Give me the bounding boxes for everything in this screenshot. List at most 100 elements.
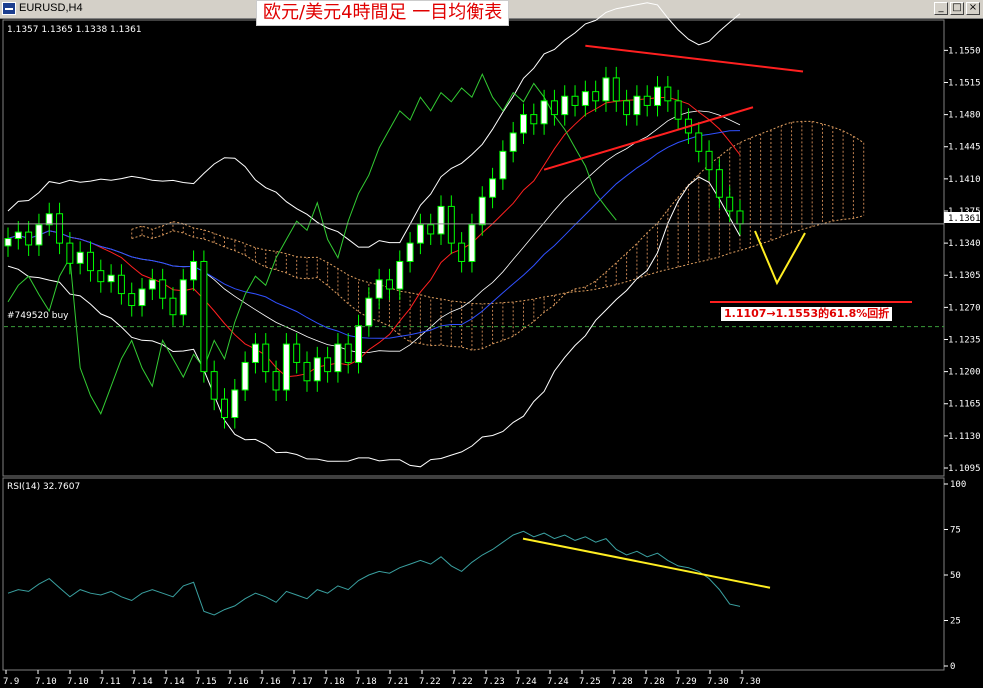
time-tick-label: 7.11 [99, 677, 121, 687]
price-tick-label: 1.1270 [948, 303, 981, 313]
bull-candle [406, 242, 414, 262]
bear-candle [458, 242, 466, 262]
bull-candle [375, 279, 383, 299]
chart-window[interactable]: EURUSD,H4 _ □ × 1.1550 1.1515 1.1480 1.1445… [0, 0, 983, 688]
bull-candle [241, 361, 249, 391]
bull-candle [633, 95, 641, 116]
time-tick-label: 7.9 [3, 677, 19, 687]
time-tick-label: 7.16 [259, 677, 281, 687]
rsi-tick-label: 50 [950, 571, 961, 581]
time-axis: 7.9 7.10 7.10 7.11 7.14 7.14 7.15 7.16 7.16 7.17 7… [3, 670, 761, 687]
bull-candle [602, 77, 610, 102]
bull-candle [179, 279, 187, 316]
bollinger-bands [7, 2, 741, 468]
bear-candle [674, 100, 682, 120]
time-tick-label: 7.25 [579, 677, 601, 687]
bull-candle [251, 343, 259, 363]
bear-candle [664, 86, 672, 102]
time-tick-label: 7.18 [355, 677, 377, 687]
time-tick-label: 7.22 [451, 677, 473, 687]
bear-candle [643, 95, 651, 106]
bull-candle [416, 224, 424, 244]
bollinger-middle [7, 110, 741, 353]
bollinger-upper [7, 2, 741, 248]
price-tick-label: 1.1305 [948, 271, 981, 281]
bear-candle [66, 242, 74, 264]
time-tick-label: 7.28 [611, 677, 633, 687]
bull-candle [334, 343, 342, 373]
bear-candle [200, 260, 208, 373]
bear-candle [726, 196, 734, 212]
time-tick-label: 7.14 [163, 677, 185, 687]
bull-candle [148, 279, 156, 290]
rsi-tick-label: 75 [950, 526, 961, 536]
bull-candle [581, 91, 589, 106]
bear-candle [344, 343, 352, 363]
bull-candle [313, 357, 321, 382]
bear-candle [303, 361, 311, 382]
bull-candle [355, 325, 363, 363]
bear-candle [117, 274, 125, 295]
bear-candle [128, 293, 136, 307]
time-tick-label: 7.28 [643, 677, 665, 687]
current-price-label: 1.1361 [948, 214, 981, 224]
bull-candle [282, 343, 290, 391]
time-tick-label: 7.15 [195, 677, 217, 687]
time-tick-label: 7.23 [483, 677, 505, 687]
time-tick-label: 7.17 [291, 677, 313, 687]
bear-candle [56, 213, 64, 244]
rsi-pane-frame [2, 477, 945, 671]
rsi-label: RSI(14) 32.7607 [7, 482, 80, 492]
trendline-drawings [543, 44, 912, 303]
rsi-series [7, 530, 771, 616]
ohlc-label: 1.1357 1.1365 1.1338 1.1361 [7, 25, 142, 35]
bull-candle [138, 288, 146, 307]
bear-candle [385, 279, 393, 290]
price-tick-label: 1.1445 [948, 143, 981, 153]
bull-candle [76, 251, 84, 264]
rsi-axis: 100 75 50 25 0 [944, 480, 966, 672]
price-tick-label: 1.1095 [948, 464, 981, 474]
bull-candle [396, 260, 404, 290]
time-tick-label: 7.22 [419, 677, 441, 687]
bear-candle [623, 100, 631, 116]
bull-candle [499, 150, 507, 180]
bull-candle [190, 260, 198, 281]
price-tick-label: 1.1200 [948, 368, 981, 378]
price-tick-label: 1.1235 [948, 335, 981, 345]
price-tick-label: 1.1130 [948, 432, 981, 442]
rsi-line [7, 530, 741, 616]
bear-candle [262, 343, 270, 373]
bull-candle [561, 95, 569, 116]
bull-candle [437, 205, 445, 235]
price-tick-label: 1.1480 [948, 111, 981, 121]
bear-candle [25, 231, 33, 246]
time-tick-label: 7.29 [675, 677, 697, 687]
bear-candle [530, 114, 538, 125]
bull-candle [35, 224, 43, 246]
bear-candle [715, 169, 723, 198]
rsi-tick-label: 0 [950, 662, 955, 672]
bear-candle [86, 251, 94, 272]
bear-candle [159, 279, 167, 299]
bear-candle [705, 150, 713, 171]
time-tick-label: 7.10 [67, 677, 89, 687]
rsi-tick-label: 25 [950, 617, 961, 627]
bull-candle [519, 114, 527, 134]
bull-candle [4, 238, 12, 247]
chart-title-banner: 欧元/美元4時間足 一目均衡表 [256, 0, 510, 26]
time-tick-label: 7.14 [131, 677, 153, 687]
bull-candle [489, 178, 497, 198]
bull-candle [468, 224, 476, 262]
bear-candle [592, 91, 600, 102]
bull-candle [107, 274, 115, 283]
time-tick-label: 7.10 [35, 677, 57, 687]
bear-candle [272, 371, 280, 391]
bear-candle [736, 210, 744, 225]
tenkan-line [7, 96, 741, 378]
bear-candle [293, 343, 301, 363]
bear-candle [550, 100, 558, 116]
chart-canvas[interactable]: 1.15501.15151.14801.14451.14101.13751.13… [0, 0, 983, 688]
bear-candle [210, 371, 218, 400]
time-tick-label: 7.24 [515, 677, 537, 687]
